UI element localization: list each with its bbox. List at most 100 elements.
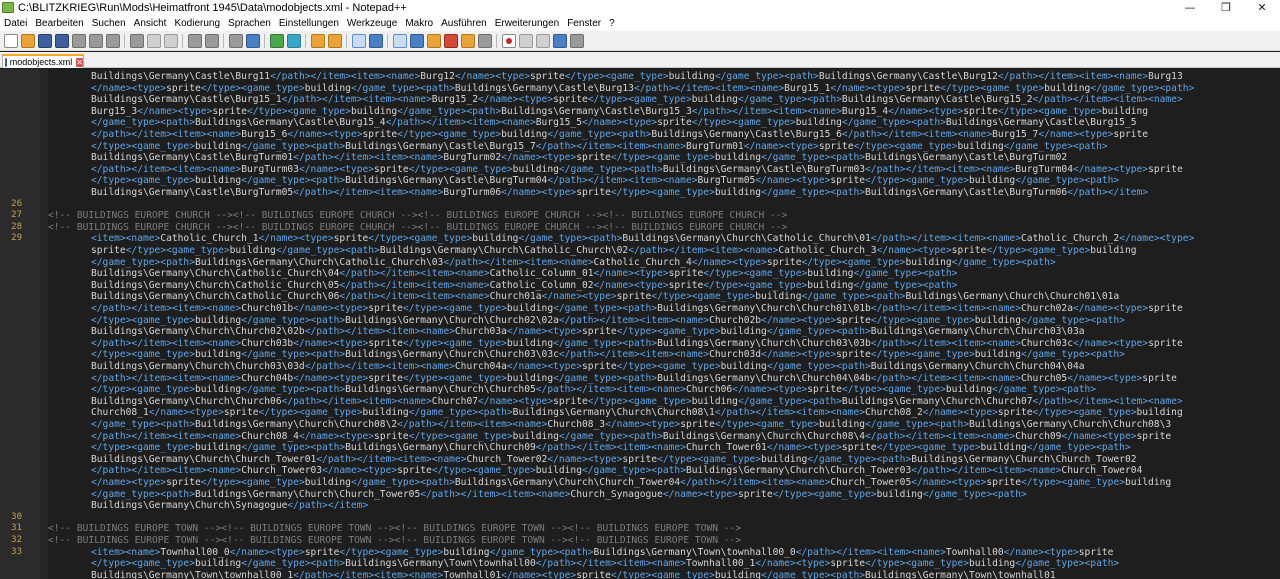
xml-tag: </type><game_type>	[402, 337, 507, 349]
code-line[interactable]: 30	[0, 512, 1280, 524]
doc-map-icon[interactable]	[426, 33, 441, 48]
code-line[interactable]: 32 <!-- BUILDINGS EUROPE TOWN --><!-- BUI…	[0, 535, 1280, 547]
folder-workspace-icon[interactable]	[460, 33, 475, 48]
code-line[interactable]: Buildings\Germany\Church\Church03\03d</p…	[0, 361, 1280, 373]
menu-makro[interactable]: Makro	[401, 18, 437, 29]
code-line[interactable]: </type><game_type>building</game_type><p…	[0, 141, 1280, 153]
code-line[interactable]: </path></item><item><name>Burg15_6</name…	[0, 129, 1280, 141]
code-line[interactable]: Buildings\Germany\Church\Catholic_Church…	[0, 268, 1280, 280]
code-line[interactable]: </game_type><path>Buildings\Germany\Chur…	[0, 489, 1280, 501]
sync-horizontal-icon[interactable]	[327, 33, 342, 48]
monitoring-icon[interactable]	[477, 33, 492, 48]
copy-icon[interactable]	[146, 33, 161, 48]
find-icon[interactable]	[228, 33, 243, 48]
run-macro-multiple-icon[interactable]	[552, 33, 567, 48]
code-line[interactable]: </path></item><item><name>BurgTurm03</na…	[0, 164, 1280, 176]
editor-area[interactable]: Buildings\Germany\Castle\Burg11</path></…	[0, 69, 1280, 579]
code-line[interactable]: </game_type><path>Buildings\Germany\Chur…	[0, 419, 1280, 431]
code-line[interactable]: 29 <item><name>Catholic_Church_1</name><t…	[0, 233, 1280, 245]
code-line[interactable]: </path></item><item><name>Church04b</nam…	[0, 373, 1280, 385]
code-line[interactable]: </path></item><item><name>Church03b</nam…	[0, 338, 1280, 350]
save-macro-icon[interactable]	[569, 33, 584, 48]
code-line[interactable]: sprite</type><game_type>building</game_t…	[0, 245, 1280, 257]
code-line[interactable]: Church08_1</name><type>sprite</type><gam…	[0, 407, 1280, 419]
word-wrap-icon[interactable]	[351, 33, 366, 48]
cut-icon[interactable]	[129, 33, 144, 48]
tab-modobjects-xml[interactable]: modobjects.xml ✕	[2, 54, 84, 68]
new-file-icon[interactable]	[3, 33, 18, 48]
code-line[interactable]: </path></item><item><name>Church_Tower03…	[0, 465, 1280, 477]
code-line[interactable]: 28 <!-- BUILDINGS EUROPE CHURCH --><!-- B…	[0, 222, 1280, 234]
code-line[interactable]: Burg15_3</name><type>sprite</type><game_…	[0, 106, 1280, 118]
close-tab-icon[interactable]: ✕	[76, 57, 83, 67]
close-window-button[interactable]: ✕	[1244, 0, 1280, 15]
code-line[interactable]: 33 <item><name>Townhall00_0</name><type>s…	[0, 547, 1280, 559]
code-text: <!-- BUILDINGS EUROPE TOWN --><!-- BUILD…	[48, 535, 741, 547]
code-line[interactable]: </game_type><path>Buildings\Germany\Cast…	[0, 117, 1280, 129]
paste-icon[interactable]	[163, 33, 178, 48]
menu-einstellungen[interactable]: Einstellungen	[275, 18, 343, 29]
record-macro-icon[interactable]	[501, 33, 516, 48]
code-line[interactable]: </name><type>sprite</type><game_type>bui…	[0, 477, 1280, 489]
code-line[interactable]: </type><game_type>building</game_type><p…	[0, 558, 1280, 570]
xml-value: building	[194, 442, 242, 454]
sync-vertical-icon[interactable]	[310, 33, 325, 48]
code-line[interactable]: Buildings\Germany\Castle\BurgTurm01</pat…	[0, 152, 1280, 164]
code-line[interactable]: </name><type>sprite</type><game_type>bui…	[0, 83, 1280, 95]
code-text: <item><name>Catholic_Church_1</name><typ…	[91, 233, 1194, 245]
code-line[interactable]: </type><game_type>building</game_type><p…	[0, 442, 1280, 454]
replace-icon[interactable]	[245, 33, 260, 48]
code-line[interactable]: 26	[0, 199, 1280, 211]
code-line[interactable]: Buildings\Germany\Church\Church06</path>…	[0, 396, 1280, 408]
save-all-icon[interactable]	[54, 33, 69, 48]
indent-guide-icon[interactable]	[392, 33, 407, 48]
open-file-icon[interactable]	[20, 33, 35, 48]
maximize-button[interactable]: ❐	[1208, 0, 1244, 15]
minimize-button[interactable]: —	[1172, 0, 1208, 15]
menu-werkzeuge[interactable]: Werkzeuge	[343, 18, 401, 29]
code-line[interactable]: </game_type><path>Buildings\Germany\Chur…	[0, 257, 1280, 269]
udl-icon[interactable]	[409, 33, 424, 48]
zoom-out-icon[interactable]	[286, 33, 301, 48]
code-line[interactable]: </type><game_type>building</game_type><p…	[0, 315, 1280, 327]
menu-erweiterungen[interactable]: Erweiterungen	[491, 18, 563, 29]
code-line[interactable]: 31 <!-- BUILDINGS EUROPE TOWN --><!-- BUI…	[0, 523, 1280, 535]
play-macro-icon[interactable]	[535, 33, 550, 48]
code-line[interactable]: </path></item><item><name>Church01b</nam…	[0, 303, 1280, 315]
code-line[interactable]: </type><game_type>building</game_type><p…	[0, 384, 1280, 396]
close-all-icon[interactable]	[88, 33, 103, 48]
menu-ansicht[interactable]: Ansicht	[130, 18, 171, 29]
code-line[interactable]: Buildings\Germany\Church\Catholic_Church…	[0, 291, 1280, 303]
code-line[interactable]: Buildings\Germany\Church\Church_Tower01<…	[0, 454, 1280, 466]
code-line[interactable]: Buildings\Germany\Church\Church02\02b</p…	[0, 326, 1280, 338]
code-line[interactable]: Buildings\Germany\Castle\BurgTurm05</pat…	[0, 187, 1280, 199]
code-line[interactable]: 27 <!-- BUILDINGS EUROPE CHURCH --><!-- B…	[0, 210, 1280, 222]
redo-icon[interactable]	[204, 33, 219, 48]
menu-suchen[interactable]: Suchen	[88, 18, 130, 29]
code-line[interactable]: Buildings\Germany\Castle\Burg11</path></…	[0, 71, 1280, 83]
code-line[interactable]: </type><game_type>building</game_type><p…	[0, 175, 1280, 187]
stop-macro-icon[interactable]	[518, 33, 533, 48]
menu-help[interactable]: ?	[605, 18, 619, 29]
print-icon[interactable]	[105, 33, 120, 48]
menu-kodierung[interactable]: Kodierung	[170, 18, 224, 29]
menu-ausführen[interactable]: Ausführen	[437, 18, 491, 29]
code-line[interactable]: Buildings\Germany\Town\townhall00_1</pat…	[0, 570, 1280, 579]
code-line[interactable]: </type><game_type>building</game_type><p…	[0, 349, 1280, 361]
code-line[interactable]: Buildings\Germany\Church\Catholic_Church…	[0, 280, 1280, 292]
xml-value: building	[1136, 407, 1183, 419]
xml-tag: </path></item><item><name>	[841, 129, 993, 140]
menu-bearbeiten[interactable]: Bearbeiten	[31, 18, 87, 29]
menu-sprachen[interactable]: Sprachen	[224, 18, 275, 29]
menu-fenster[interactable]: Fenster	[563, 18, 605, 29]
code-line[interactable]: Buildings\Germany\Church\Synagogue</path…	[0, 500, 1280, 512]
code-line[interactable]: </path></item><item><name>Church08_4</na…	[0, 431, 1280, 443]
undo-icon[interactable]	[187, 33, 202, 48]
close-icon[interactable]	[71, 33, 86, 48]
zoom-in-icon[interactable]	[269, 33, 284, 48]
function-list-icon[interactable]	[443, 33, 458, 48]
menu-datei[interactable]: Datei	[0, 18, 31, 29]
show-all-chars-icon[interactable]	[368, 33, 383, 48]
code-line[interactable]: Buildings\Germany\Castle\Burg15_1</path>…	[0, 94, 1280, 106]
save-icon[interactable]	[37, 33, 52, 48]
